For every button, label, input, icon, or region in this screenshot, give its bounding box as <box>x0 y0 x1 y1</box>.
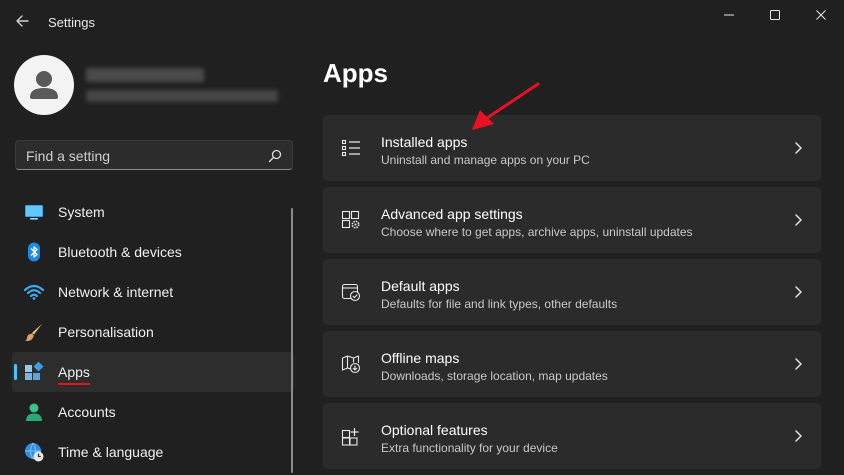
sidebar-scrollbar[interactable] <box>291 208 293 473</box>
sidebar-item-label: Bluetooth & devices <box>58 244 182 260</box>
chevron-right-icon <box>795 142 802 154</box>
sidebar-item-label: Network & internet <box>58 284 174 300</box>
card-default-apps[interactable]: Default apps Defaults for file and link … <box>323 259 821 325</box>
back-arrow-icon <box>16 15 29 27</box>
card-title: Optional features <box>381 422 488 438</box>
globe-clock-icon <box>25 442 44 462</box>
apps-settings-list: Installed apps Uninstall and manage apps… <box>323 115 821 475</box>
close-icon <box>816 10 826 20</box>
search-input[interactable]: Find a setting <box>15 140 293 170</box>
card-advanced-app-settings[interactable]: Advanced app settings Choose where to ge… <box>323 187 821 253</box>
sidebar-item-apps[interactable]: Apps <box>12 352 294 392</box>
app-settings-gear-icon <box>341 210 360 229</box>
card-subtitle: Choose where to get apps, archive apps, … <box>381 225 693 239</box>
sidebar-item-accounts[interactable]: Accounts <box>12 392 294 432</box>
minimize-button[interactable] <box>706 0 752 30</box>
minimize-icon <box>724 14 734 16</box>
card-title: Offline maps <box>381 350 460 366</box>
search-icon <box>268 149 282 163</box>
chevron-right-icon <box>795 286 802 298</box>
sidebar-item-label: Personalisation <box>58 324 154 340</box>
user-email-redacted <box>86 90 278 102</box>
card-offline-maps[interactable]: Offline maps Downloads, storage location… <box>323 331 821 397</box>
map-download-icon <box>341 355 361 374</box>
optional-features-icon <box>341 428 359 446</box>
sidebar-item-label: Accounts <box>58 404 116 420</box>
maximize-button[interactable] <box>752 0 798 30</box>
apps-icon <box>25 362 44 380</box>
bluetooth-icon <box>28 242 40 262</box>
red-underline-annotation <box>58 383 90 385</box>
sidebar-item-network-internet[interactable]: Network & internet <box>12 272 294 312</box>
user-icon <box>30 71 58 99</box>
sidebar-item-time-language[interactable]: Time & language <box>12 432 294 472</box>
avatar[interactable] <box>14 55 74 115</box>
page-title: Apps <box>323 58 388 88</box>
card-installed-apps[interactable]: Installed apps Uninstall and manage apps… <box>323 115 821 181</box>
sidebar-item-personalisation[interactable]: Personalisation <box>12 312 294 352</box>
close-button[interactable] <box>798 0 844 30</box>
person-icon <box>26 403 42 421</box>
back-button[interactable] <box>12 10 34 32</box>
sidebar-item-label: System <box>58 204 105 220</box>
sidebar-item-label: Time & language <box>58 444 164 460</box>
chevron-right-icon <box>795 430 802 442</box>
chevron-right-icon <box>795 214 802 226</box>
card-subtitle: Defaults for file and link types, other … <box>381 297 618 311</box>
wifi-icon <box>24 284 44 300</box>
sidebar-nav: System Bluetooth & devices Network & int… <box>12 192 294 472</box>
card-subtitle: Uninstall and manage apps on your PC <box>381 153 590 167</box>
chevron-right-icon <box>795 358 802 370</box>
app-title: Settings <box>48 15 95 30</box>
card-subtitle: Extra functionality for your device <box>381 441 558 455</box>
default-apps-check-icon <box>341 283 361 302</box>
maximize-icon <box>770 10 780 20</box>
card-title: Installed apps <box>381 134 468 150</box>
monitor-icon <box>25 205 43 220</box>
user-name-redacted <box>86 68 204 82</box>
card-title: Default apps <box>381 278 460 294</box>
sidebar-item-system[interactable]: System <box>12 192 294 232</box>
sidebar-item-bluetooth-devices[interactable]: Bluetooth & devices <box>12 232 294 272</box>
sidebar-item-label: Apps <box>58 364 90 380</box>
card-title: Advanced app settings <box>381 206 523 222</box>
title-bar: Settings <box>0 0 844 46</box>
search-placeholder: Find a setting <box>26 148 111 164</box>
card-subtitle: Downloads, storage location, map updates <box>381 369 608 383</box>
paintbrush-icon <box>25 324 42 341</box>
list-icon <box>341 139 360 157</box>
card-optional-features[interactable]: Optional features Extra functionality fo… <box>323 403 821 469</box>
active-indicator <box>14 364 17 380</box>
